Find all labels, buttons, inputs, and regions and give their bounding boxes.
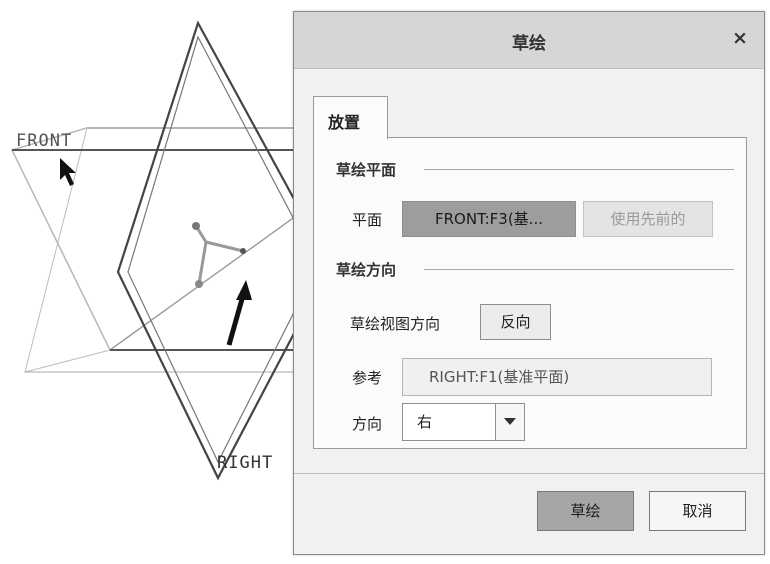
section-divider [424, 169, 734, 170]
section-divider [424, 269, 734, 270]
reference-label: 参考 [352, 369, 383, 387]
orientation-label: 方向 [352, 415, 383, 433]
dialog-title: 草绘 [512, 34, 546, 54]
right-plane-label: RIGHT [217, 453, 274, 473]
orientation-arrow-icon [226, 280, 252, 346]
tab-placement-label: 放置 [328, 113, 361, 132]
right-plane-inner [127, 35, 319, 464]
use-previous-button[interactable]: 使用先前的 [583, 201, 713, 237]
chevron-down-icon [504, 418, 516, 425]
view-direction-label: 草绘视图方向 [350, 315, 441, 333]
dialog-titlebar[interactable]: 草绘 × [294, 12, 764, 69]
cancel-button[interactable]: 取消 [649, 491, 746, 531]
sketch-dialog: 草绘 × 放置 草绘平面 平面 FRONT:F3(基... 使用先前的 草绘方向… [293, 11, 765, 555]
sketch-button[interactable]: 草绘 [537, 491, 634, 531]
front-plane-label: FRONT [16, 131, 73, 151]
flip-button[interactable]: 反向 [480, 304, 551, 340]
plane-collector-field[interactable]: FRONT:F3(基... [402, 201, 576, 237]
sketch-plane-section-title: 草绘平面 [336, 159, 405, 180]
plane-label: 平面 [352, 211, 383, 229]
dropdown-arrow[interactable] [495, 404, 524, 440]
close-button[interactable]: × [728, 26, 752, 50]
footer-divider [294, 473, 764, 474]
reference-collector-field[interactable]: RIGHT:F1(基准平面) [402, 358, 712, 396]
tab-placement[interactable]: 放置 [313, 96, 388, 139]
placement-panel: 草绘平面 平面 FRONT:F3(基... 使用先前的 草绘方向 草绘视图方向 … [313, 137, 747, 449]
coordinate-system-icon [192, 222, 246, 288]
orientation-select-value: 右 [417, 413, 433, 431]
orientation-select[interactable]: 右 [402, 403, 525, 441]
sketch-orientation-section-title: 草绘方向 [336, 259, 405, 280]
